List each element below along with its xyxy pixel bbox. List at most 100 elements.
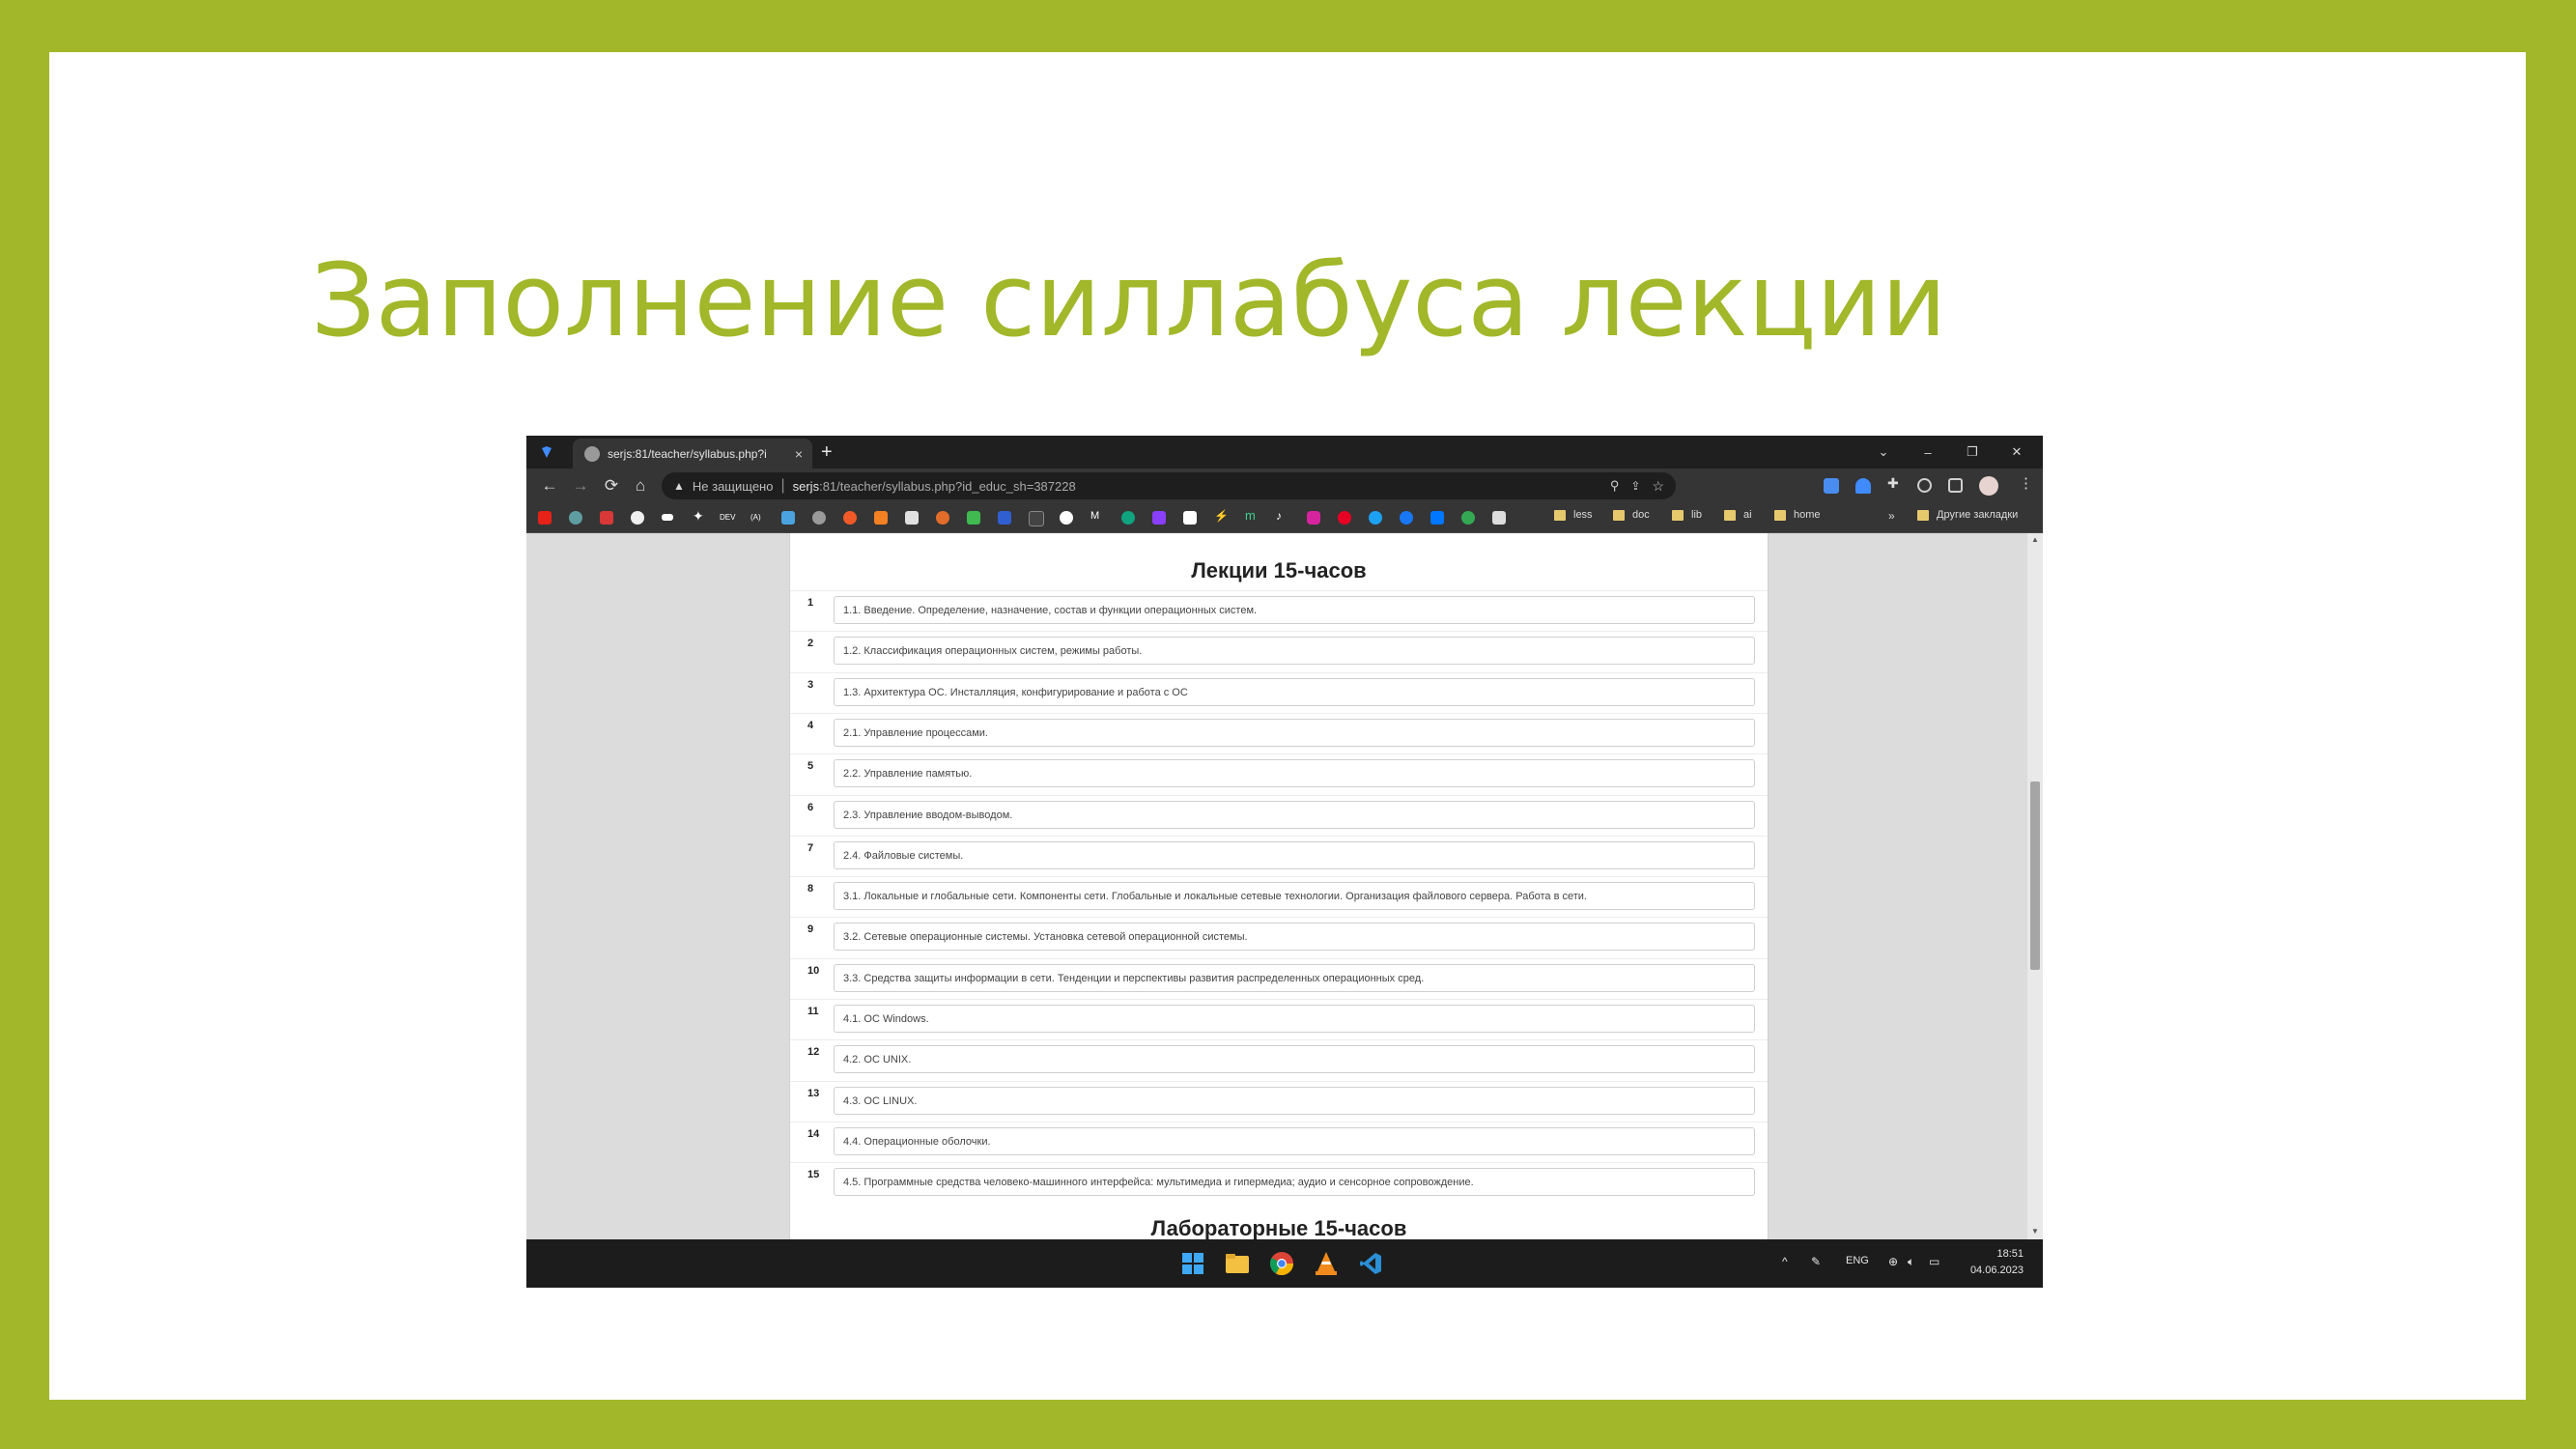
security-status[interactable]: Не защищено [693, 479, 774, 494]
lecture-row: 9 3.2. Сетевые операционные системы. Уста… [790, 917, 1768, 958]
avatar[interactable] [1979, 476, 1998, 496]
battery-icon[interactable]: ▭ [1929, 1255, 1939, 1268]
volume-icon[interactable]: 🔈︎ [1908, 1255, 1914, 1269]
home-button[interactable]: ⌂ [629, 474, 652, 497]
scroll-down-arrow-icon[interactable]: ▼ [2031, 1227, 2039, 1236]
more-bookmarks-button[interactable]: » [1888, 509, 1895, 523]
tab-search-icon[interactable]: ⌄ [1861, 436, 1906, 469]
scroll-thumb[interactable] [2030, 781, 2040, 970]
chrome-icon[interactable] [1268, 1250, 1295, 1277]
vlc-icon[interactable] [1313, 1250, 1340, 1277]
bookmark-folder-label: less [1573, 509, 1593, 521]
sparkle-icon[interactable]: ✦ [693, 508, 706, 524]
system-clock[interactable]: 18:51 04.06.2023 [1966, 1246, 2024, 1279]
pinned-tab-icon[interactable] [534, 440, 559, 464]
lecture-topic-input[interactable]: 2.3. Управление вводом-выводом. [834, 800, 1755, 829]
sync-icon[interactable] [1917, 478, 1932, 493]
lecture-topic-input[interactable]: 1.2. Классификация операционных систем, … [834, 637, 1755, 666]
lecture-topic-input[interactable]: 3.2. Сетевые операционные системы. Устан… [834, 923, 1755, 952]
page-scrollbar[interactable]: ▲ ▼ [2027, 533, 2043, 1239]
other-bookmarks-folder[interactable]: Другие закладки [1917, 509, 2018, 521]
lecture-number: 11 [807, 1006, 819, 1017]
puzzle-icon[interactable]: ✚ [1887, 475, 1903, 491]
medium-icon[interactable] [662, 514, 673, 521]
bookmark-icon[interactable]: M [1090, 510, 1104, 524]
lecture-topic-input[interactable]: 4.1. ОС Windows. [834, 1005, 1755, 1033]
bookmark-icon[interactable] [1060, 511, 1073, 525]
language-indicator[interactable]: ENG [1846, 1255, 1869, 1266]
twitter-icon[interactable] [1369, 511, 1382, 525]
star-icon[interactable]: ☆ [1652, 478, 1664, 495]
youtube-icon[interactable] [538, 511, 552, 525]
scroll-up-arrow-icon[interactable]: ▲ [2031, 535, 2039, 544]
lecture-topic-input[interactable]: 3.1. Локальные и глобальные сети. Компон… [834, 882, 1755, 911]
bookmark-icon[interactable] [1492, 511, 1506, 525]
dev-icon[interactable]: DEV [720, 513, 739, 526]
bookmark-icon[interactable] [569, 511, 582, 525]
bookmark-icon[interactable] [812, 511, 826, 525]
vk-icon[interactable] [1430, 511, 1444, 525]
reload-button[interactable]: ⟳ [600, 474, 623, 497]
bookmark-icon[interactable]: ⚡ [1214, 509, 1229, 523]
address-bar[interactable]: ▲ Не защищено | serjs:81/teacher/syllabu… [662, 472, 1676, 499]
url-text[interactable]: serjs:81/teacher/syllabus.php?id_educ_sh… [793, 479, 1076, 494]
bookmark-icon[interactable] [905, 511, 919, 525]
share-icon[interactable]: ⇪ [1630, 479, 1640, 493]
lecture-topic-input[interactable]: 4.3. ОС LINUX. [834, 1086, 1755, 1115]
bookmark-folder-label: ai [1743, 509, 1752, 521]
bookmark-folder-less[interactable]: less [1554, 509, 1593, 521]
lecture-topic-input[interactable]: 2.1. Управление процессами. [834, 718, 1755, 747]
stackoverflow-icon[interactable] [874, 511, 888, 525]
translate-icon[interactable]: (A) [750, 513, 770, 526]
lecture-topic-input[interactable]: 4.2. ОС UNIX. [834, 1045, 1755, 1074]
chatgpt-icon[interactable] [1121, 511, 1135, 525]
taskbar: ^ ✎ ENG ⊕ 🔈︎ ▭ 18:51 04.06.2023 [526, 1239, 2043, 1288]
kebab-menu-icon[interactable]: ⋮ [2019, 474, 2034, 492]
pen-icon[interactable]: ✎ [1811, 1255, 1821, 1268]
bookmark-icon[interactable] [1183, 511, 1197, 525]
instagram-icon[interactable] [1307, 511, 1320, 525]
lecture-topic-input[interactable]: 1.1. Введение. Определение, назначение, … [834, 596, 1755, 624]
bookmark-icon[interactable] [967, 511, 980, 525]
bookmark-folder-doc[interactable]: doc [1613, 509, 1650, 521]
file-explorer-icon[interactable] [1224, 1250, 1251, 1277]
tab-close-icon[interactable]: × [795, 446, 803, 462]
lecture-topic-input[interactable]: 2.4. Файловые системы. [834, 840, 1755, 869]
tiktok-icon[interactable]: ♪ [1276, 509, 1289, 523]
lecture-topic-input[interactable]: 1.3. Архитектура ОС. Инсталляция, конфиг… [834, 677, 1755, 706]
bookmark-icon[interactable] [1461, 511, 1475, 525]
bookmark-icon[interactable] [781, 511, 795, 525]
bookmark-icon[interactable]: m [1245, 508, 1259, 523]
bookmark-icon[interactable] [600, 511, 613, 525]
bookmark-icon[interactable] [998, 511, 1011, 525]
lecture-topic-input[interactable]: 4.5. Программные средства человеко-машин… [834, 1168, 1755, 1197]
lecture-topic-input[interactable]: 4.4. Операционные оболочки. [834, 1126, 1755, 1155]
bookmark-folder-home[interactable]: home [1774, 509, 1821, 521]
lecture-topic-input[interactable]: 3.3. Средства защиты информации в сети. … [834, 963, 1755, 992]
active-tab[interactable]: serjs:81/teacher/syllabus.php?i × [573, 439, 812, 469]
tray-chevron-icon[interactable]: ^ [1782, 1255, 1788, 1268]
bookmark-folder-ai[interactable]: ai [1724, 509, 1752, 521]
windows-start-icon[interactable] [1179, 1250, 1206, 1277]
new-tab-button[interactable]: + [821, 440, 833, 465]
network-icon[interactable]: ⊕ [1888, 1255, 1898, 1268]
github-icon[interactable] [631, 511, 644, 525]
translate-extension-icon[interactable] [1824, 478, 1839, 494]
bookmark-icon[interactable] [1152, 511, 1166, 525]
bookmark-icon[interactable] [936, 511, 949, 525]
pinterest-icon[interactable] [1338, 511, 1351, 525]
bookmark-icon[interactable] [843, 511, 857, 525]
diamond-extension-icon[interactable] [1855, 478, 1871, 494]
close-window-button[interactable]: ✕ [1995, 436, 2039, 469]
restore-button[interactable]: ❐ [1950, 436, 1995, 469]
vscode-icon[interactable] [1357, 1250, 1384, 1277]
side-panel-icon[interactable] [1948, 478, 1963, 493]
search-icon[interactable]: ⚲ [1610, 478, 1620, 494]
back-button[interactable]: ← [538, 474, 561, 497]
bookmark-folder-lib[interactable]: lib [1672, 509, 1702, 521]
forward-button[interactable]: → [569, 474, 592, 497]
bookmark-icon[interactable] [1029, 511, 1044, 526]
minimize-button[interactable]: – [1906, 436, 1950, 469]
facebook-icon[interactable] [1400, 511, 1413, 525]
lecture-topic-input[interactable]: 2.2. Управление памятью. [834, 759, 1755, 788]
